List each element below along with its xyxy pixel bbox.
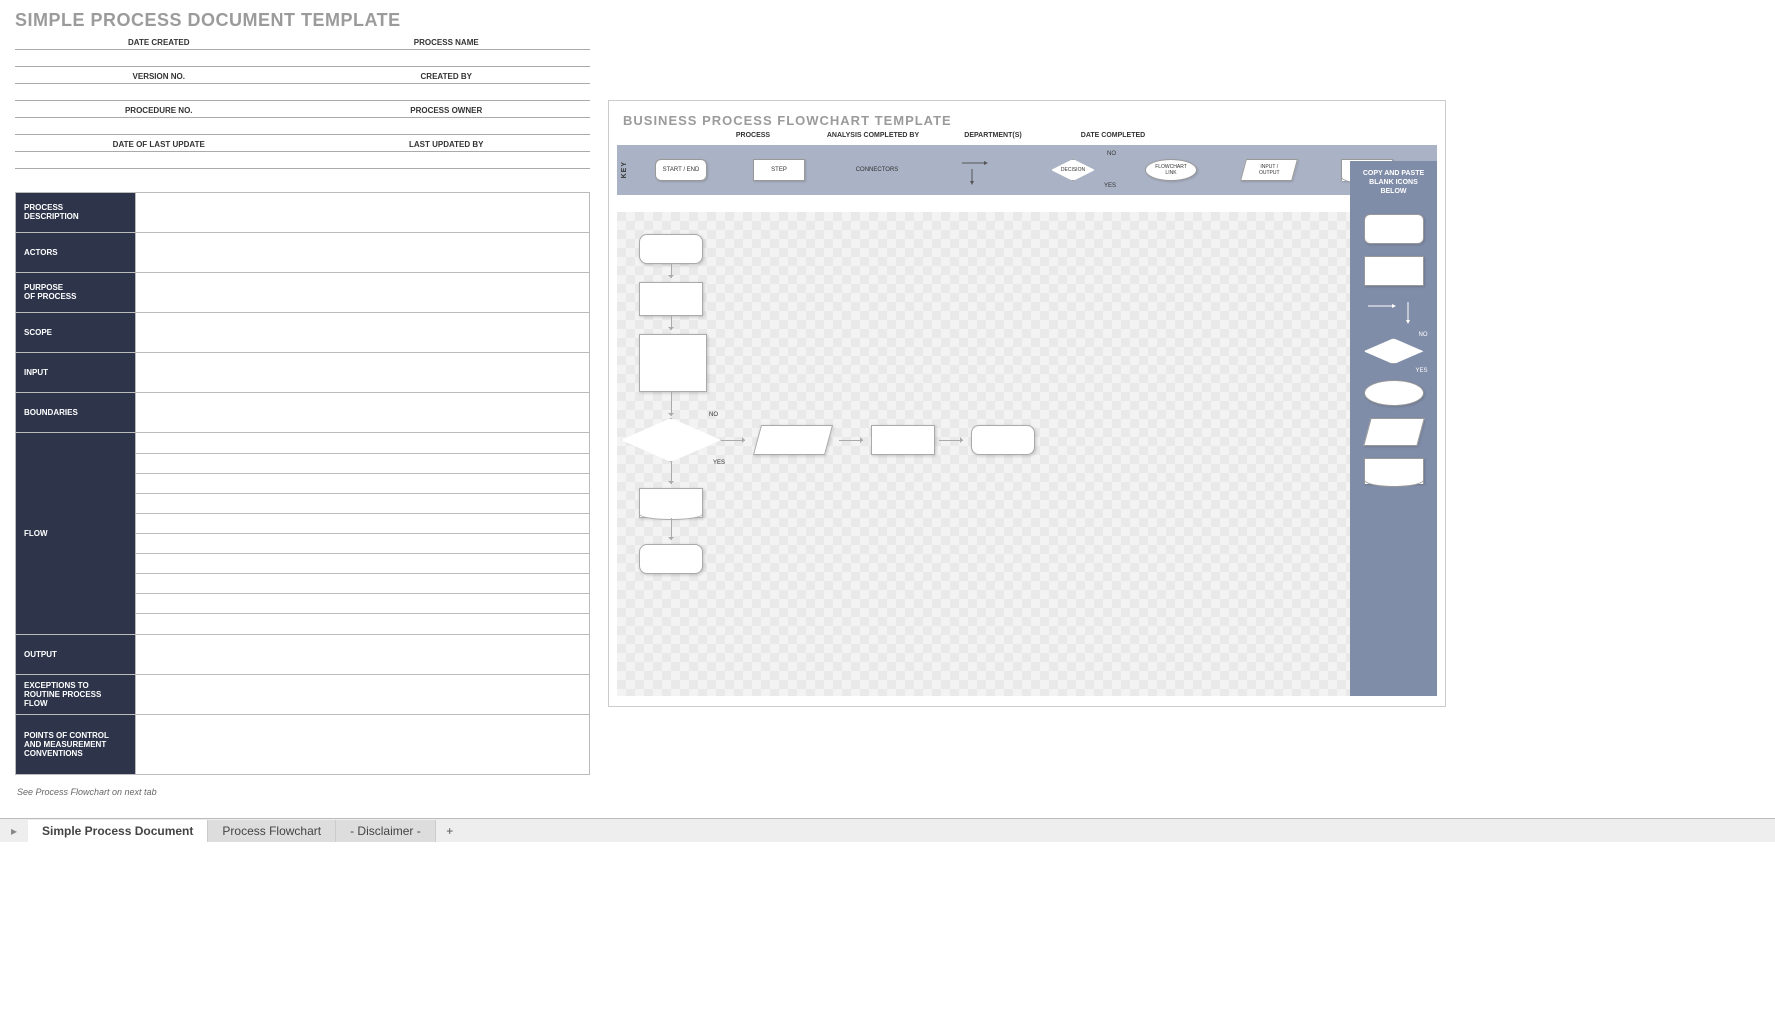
cell-points-control[interactable] (136, 714, 590, 774)
arrow-h-3 (939, 440, 963, 441)
cell-scope[interactable] (136, 312, 590, 352)
key-start-end: START / END (632, 159, 730, 181)
section-actors: ACTORS (16, 232, 136, 272)
copy-terminator-icon[interactable] (1364, 214, 1424, 244)
key-flowchart-link: FLOWCHART LINK (1122, 159, 1220, 181)
section-input: INPUT (16, 352, 136, 392)
label-date-created: DATE CREATED (15, 32, 303, 49)
cell-flow[interactable] (136, 432, 590, 634)
section-output: OUTPUT (16, 634, 136, 674)
copy-panel: COPY AND PASTE BLANK ICONS BELOW NO YES (1350, 161, 1437, 696)
arrow-h-1 (721, 440, 745, 441)
label-last-updated-by: LAST UPDATED BY (303, 134, 591, 151)
section-points-control: POINTS OF CONTROL AND MEASUREMENT CONVEN… (16, 714, 136, 774)
label-version-no: VERSION NO. (15, 66, 303, 83)
value-version-no[interactable] (15, 83, 303, 100)
cell-purpose[interactable] (136, 272, 590, 312)
label-process-owner: PROCESS OWNER (303, 100, 591, 117)
cell-process-description[interactable] (136, 192, 590, 232)
copy-ellipse-icon[interactable] (1364, 380, 1424, 406)
value-procedure-no[interactable] (15, 117, 303, 134)
canvas-terminator-1[interactable] (639, 234, 703, 264)
tab-disclaimer[interactable]: - Disclaimer - (336, 820, 436, 842)
section-process-description: PROCESS DESCRIPTION (16, 192, 136, 232)
canvas-decision[interactable] (621, 418, 721, 462)
key-connector-arrows (926, 155, 1024, 185)
canvas-io[interactable] (753, 425, 833, 455)
copy-connector-icon[interactable] (1364, 298, 1424, 326)
arrow-v-3 (671, 392, 672, 416)
label-date-last-update: DATE OF LAST UPDATE (15, 134, 303, 151)
tab-process-flowchart[interactable]: Process Flowchart (208, 820, 336, 842)
cell-boundaries[interactable] (136, 392, 590, 432)
canvas-no-label: NO (709, 412, 718, 418)
arrow-v-2 (671, 316, 672, 330)
canvas-step-3[interactable] (871, 425, 935, 455)
value-last-updated-by[interactable] (303, 151, 591, 168)
key-input-output: INPUT / OUTPUT (1220, 159, 1318, 181)
flowchart-meta: PROCESS ANALYSIS COMPLETED BY DEPARTMENT… (609, 132, 1445, 145)
copy-doc-icon[interactable] (1364, 458, 1424, 484)
tab-nav-prev[interactable]: ▸ (0, 824, 28, 838)
flowchart-panel: BUSINESS PROCESS FLOWCHART TEMPLATE PROC… (608, 100, 1446, 707)
key-label: KEY (617, 161, 632, 178)
section-boundaries: BOUNDARIES (16, 392, 136, 432)
value-process-name[interactable] (303, 49, 591, 66)
value-date-last-update[interactable] (15, 151, 303, 168)
key-bar: KEY START / END STEP CONNECTORS NO DECIS… (617, 145, 1437, 195)
left-panel: DATE CREATEDPROCESS NAME VERSION NO.CREA… (15, 32, 590, 797)
section-scope: SCOPE (16, 312, 136, 352)
key-decision: NO DECISION YES (1024, 159, 1122, 181)
canvas-doc[interactable] (639, 488, 703, 518)
key-connectors: CONNECTORS (828, 167, 926, 173)
key-step: STEP (730, 159, 828, 181)
canvas-step-1[interactable] (639, 282, 703, 316)
label-process-name: PROCESS NAME (303, 32, 591, 49)
flow-meta-dept: DEPARTMENT(S) (933, 132, 1053, 139)
arrow-v-4 (671, 462, 672, 484)
flowchart-title: BUSINESS PROCESS FLOWCHART TEMPLATE (609, 101, 1445, 132)
section-flow: FLOW (16, 432, 136, 634)
flow-meta-process: PROCESS (693, 132, 813, 139)
arrow-v-5 (671, 518, 672, 540)
flow-meta-analyst: ANALYSIS COMPLETED BY (813, 132, 933, 139)
canvas-area[interactable]: NO YES (617, 212, 1350, 696)
flow-meta-date: DATE COMPLETED (1053, 132, 1173, 139)
value-created-by[interactable] (303, 83, 591, 100)
copy-label: COPY AND PASTE BLANK ICONS BELOW (1359, 167, 1428, 202)
label-created-by: CREATED BY (303, 66, 591, 83)
copy-parallelogram-icon[interactable] (1363, 418, 1425, 446)
value-process-owner[interactable] (303, 117, 591, 134)
flow-sub-table (136, 433, 589, 633)
label-procedure-no: PROCEDURE NO. (15, 100, 303, 117)
canvas-step-2[interactable] (639, 334, 707, 392)
section-purpose: PURPOSE OF PROCESS (16, 272, 136, 312)
tab-simple-process-document[interactable]: Simple Process Document (28, 820, 208, 842)
tab-bar: ▸ Simple Process Document Process Flowch… (0, 818, 1775, 842)
section-exceptions: EXCEPTIONS TO ROUTINE PROCESS FLOW (16, 674, 136, 714)
copy-step-icon[interactable] (1364, 256, 1424, 286)
cell-exceptions[interactable] (136, 674, 590, 714)
page-title: SIMPLE PROCESS DOCUMENT TEMPLATE (15, 10, 401, 31)
tab-add-button[interactable]: + (436, 824, 464, 838)
canvas-terminator-3[interactable] (639, 544, 703, 574)
cell-actors[interactable] (136, 232, 590, 272)
arrow-v-1 (671, 264, 672, 278)
cell-output[interactable] (136, 634, 590, 674)
cell-input[interactable] (136, 352, 590, 392)
arrow-h-2 (839, 440, 863, 441)
section-table: PROCESS DESCRIPTION ACTORS PURPOSE OF PR… (15, 192, 590, 775)
connector-arrows-icon (960, 155, 990, 185)
canvas-yes-label: YES (713, 460, 725, 466)
value-date-created[interactable] (15, 49, 303, 66)
footer-note: See Process Flowchart on next tab (15, 787, 590, 797)
meta-table: DATE CREATEDPROCESS NAME VERSION NO.CREA… (15, 32, 590, 169)
copy-decision-icon[interactable]: NO YES (1364, 338, 1424, 368)
canvas-terminator-2[interactable] (971, 425, 1035, 455)
